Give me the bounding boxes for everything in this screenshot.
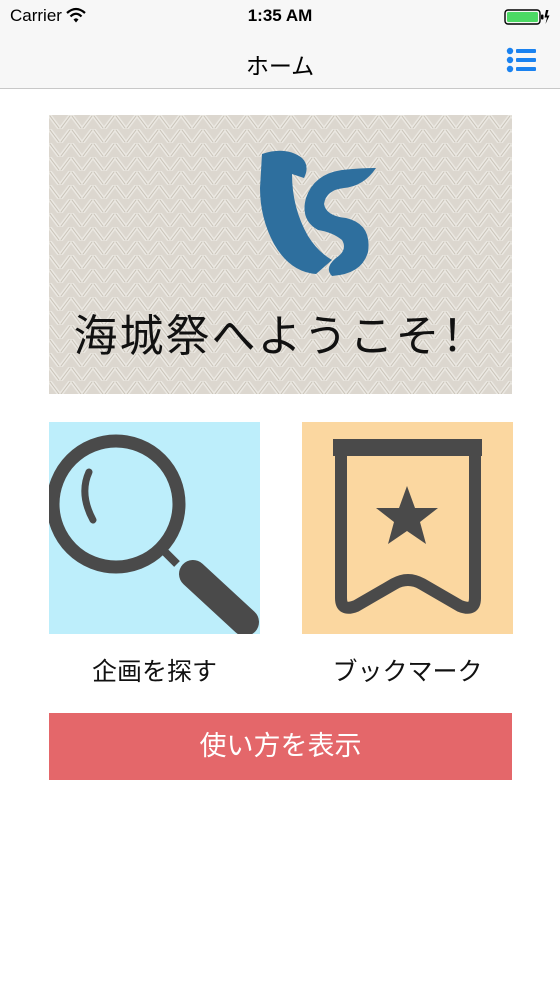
show-usage-button[interactable]: 使い方を表示: [49, 713, 512, 780]
status-bar: Carrier 1:35 AM: [0, 0, 560, 36]
menu-button[interactable]: [504, 44, 538, 78]
status-time: 1:35 AM: [247, 6, 313, 25]
navigation-bar: ホーム: [0, 36, 560, 89]
search-events-tile[interactable]: [49, 422, 260, 634]
welcome-banner: 海城祭へようこそ！: [49, 115, 512, 394]
welcome-text: 海城祭へようこそ！: [73, 311, 488, 362]
bookmark-label: ブックマーク: [332, 657, 483, 686]
bookmark-tile[interactable]: [302, 422, 513, 634]
magnifier-icon: [49, 434, 259, 634]
bookmark-star-icon: [333, 439, 482, 614]
ks-logo: [260, 150, 376, 276]
battery-charging-icon: [504, 9, 550, 25]
list-menu-icon: [506, 47, 536, 73]
search-events-label: 企画を探す: [91, 657, 217, 686]
page-title: ホーム: [245, 54, 315, 80]
